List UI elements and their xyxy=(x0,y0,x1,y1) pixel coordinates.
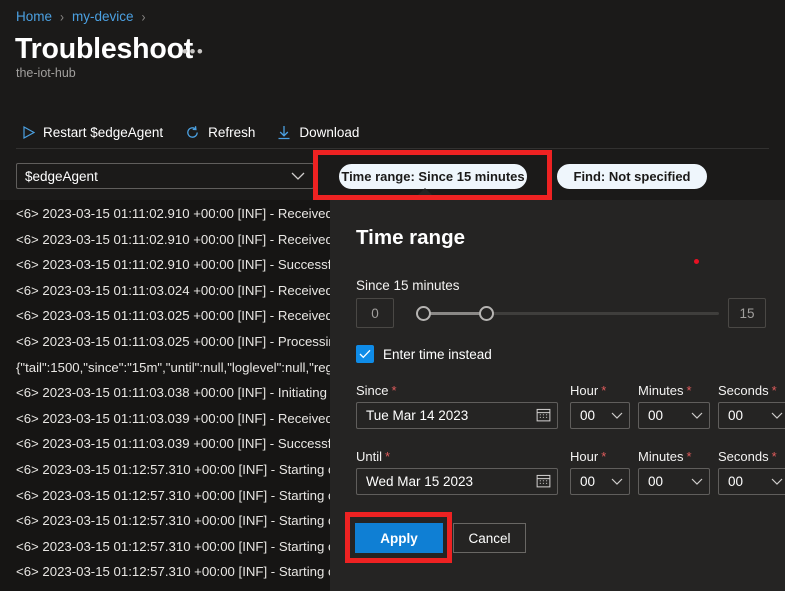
download-icon xyxy=(277,125,291,140)
chevron-down-icon xyxy=(611,474,623,489)
breadcrumb: Home › my-device › xyxy=(16,9,154,24)
until-date-value: Wed Mar 15 2023 xyxy=(366,474,536,489)
since-date-value: Tue Mar 14 2023 xyxy=(366,408,536,423)
calendar-icon[interactable] xyxy=(536,473,551,491)
breadcrumb-separator-icon: › xyxy=(60,8,64,24)
cancel-button[interactable]: Cancel xyxy=(453,523,526,553)
checkbox-checked-icon xyxy=(356,345,374,363)
breadcrumb-separator-icon: › xyxy=(142,8,146,24)
since-hour-value: 00 xyxy=(580,408,595,423)
since-seconds-field: Seconds* 00 xyxy=(718,383,785,429)
required-indicator: * xyxy=(601,383,606,398)
command-bar-divider xyxy=(16,148,769,149)
until-minutes-value: 00 xyxy=(648,474,663,489)
since-minutes-field: Minutes* 00 xyxy=(638,383,710,429)
until-seconds-value: 00 xyxy=(728,474,743,489)
slider-fill xyxy=(423,312,486,315)
breadcrumb-item-home[interactable]: Home xyxy=(16,9,52,24)
slider-max-value: 15 xyxy=(728,298,766,328)
download-button[interactable]: Download xyxy=(275,122,369,143)
since-hour-field: Hour* 00 xyxy=(570,383,630,429)
flyout-title: Time range xyxy=(356,226,465,250)
download-label: Download xyxy=(299,125,359,140)
chevron-down-icon xyxy=(771,474,783,489)
until-minutes-field: Minutes* 00 xyxy=(638,449,710,495)
chevron-down-icon xyxy=(771,408,783,423)
until-hour-select[interactable]: 00 xyxy=(570,468,630,495)
required-indicator-dot xyxy=(694,259,699,264)
more-options-icon[interactable]: ••• xyxy=(182,42,204,62)
refresh-button[interactable]: Refresh xyxy=(183,122,265,143)
slider-min-value: 0 xyxy=(356,298,394,328)
restart-edgeagent-button[interactable]: Restart $edgeAgent xyxy=(20,122,173,143)
filter-bar: $edgeAgent Time range: Since 15 minutes … xyxy=(0,150,785,200)
since-seconds-label: Seconds xyxy=(718,383,769,398)
until-seconds-label: Seconds xyxy=(718,449,769,464)
time-range-slider[interactable]: 0 15 xyxy=(356,298,766,330)
until-hour-field: Hour* 00 xyxy=(570,449,630,495)
until-seconds-select[interactable]: 00 xyxy=(718,468,785,495)
page-subtitle: the-iot-hub xyxy=(16,66,76,80)
refresh-label: Refresh xyxy=(208,125,255,140)
refresh-icon xyxy=(185,125,200,140)
enter-time-instead-checkbox[interactable]: Enter time instead xyxy=(356,345,492,363)
since-date-field: Since* Tue Mar 14 2023 xyxy=(356,383,558,429)
restart-edgeagent-label: Restart $edgeAgent xyxy=(43,125,163,140)
required-indicator: * xyxy=(772,449,777,464)
required-indicator: * xyxy=(601,449,606,464)
module-select-value: $edgeAgent xyxy=(25,169,291,184)
apply-button[interactable]: Apply xyxy=(355,523,443,553)
since-seconds-select[interactable]: 00 xyxy=(718,402,785,429)
slider-handle-high[interactable] xyxy=(479,306,494,321)
until-date-input[interactable]: Wed Mar 15 2023 xyxy=(356,468,558,495)
chevron-down-icon xyxy=(691,474,703,489)
chevron-down-icon xyxy=(691,408,703,423)
since-summary-label: Since 15 minutes xyxy=(356,278,460,293)
since-seconds-value: 00 xyxy=(728,408,743,423)
since-minutes-value: 00 xyxy=(648,408,663,423)
slider-handle-low[interactable] xyxy=(416,306,431,321)
troubleshoot-page: Home › my-device › Troubleshoot ••• the-… xyxy=(0,0,785,591)
calendar-icon[interactable] xyxy=(536,407,551,425)
until-seconds-field: Seconds* 00 xyxy=(718,449,785,495)
since-minutes-select[interactable]: 00 xyxy=(638,402,710,429)
since-minutes-label: Minutes xyxy=(638,383,684,398)
until-hour-label: Hour xyxy=(570,449,598,464)
required-indicator: * xyxy=(687,383,692,398)
until-minutes-label: Minutes xyxy=(638,449,684,464)
module-select[interactable]: $edgeAgent xyxy=(16,163,314,189)
page-title: Troubleshoot xyxy=(15,33,193,66)
required-indicator: * xyxy=(772,383,777,398)
time-range-pill-button[interactable]: Time range: Since 15 minutes xyxy=(339,164,527,189)
slider-track[interactable] xyxy=(416,312,719,315)
since-hour-select[interactable]: 00 xyxy=(570,402,630,429)
until-minutes-select[interactable]: 00 xyxy=(638,468,710,495)
command-bar: Restart $edgeAgent Refresh Download xyxy=(0,118,785,147)
enter-time-instead-label: Enter time instead xyxy=(383,347,492,362)
until-date-field: Until* Wed Mar 15 2023 xyxy=(356,449,558,495)
find-pill-button[interactable]: Find: Not specified xyxy=(557,164,707,189)
chevron-down-icon xyxy=(611,408,623,423)
since-date-input[interactable]: Tue Mar 14 2023 xyxy=(356,402,558,429)
play-icon xyxy=(22,126,35,139)
until-date-label: Until xyxy=(356,449,382,464)
since-hour-label: Hour xyxy=(570,383,598,398)
since-date-label: Since xyxy=(356,383,389,398)
until-hour-value: 00 xyxy=(580,474,595,489)
chevron-down-icon xyxy=(291,169,305,184)
flyout-pointer-icon xyxy=(412,188,438,201)
breadcrumb-item-my-device[interactable]: my-device xyxy=(72,9,134,24)
required-indicator: * xyxy=(385,449,390,464)
required-indicator: * xyxy=(687,449,692,464)
required-indicator: * xyxy=(392,383,397,398)
